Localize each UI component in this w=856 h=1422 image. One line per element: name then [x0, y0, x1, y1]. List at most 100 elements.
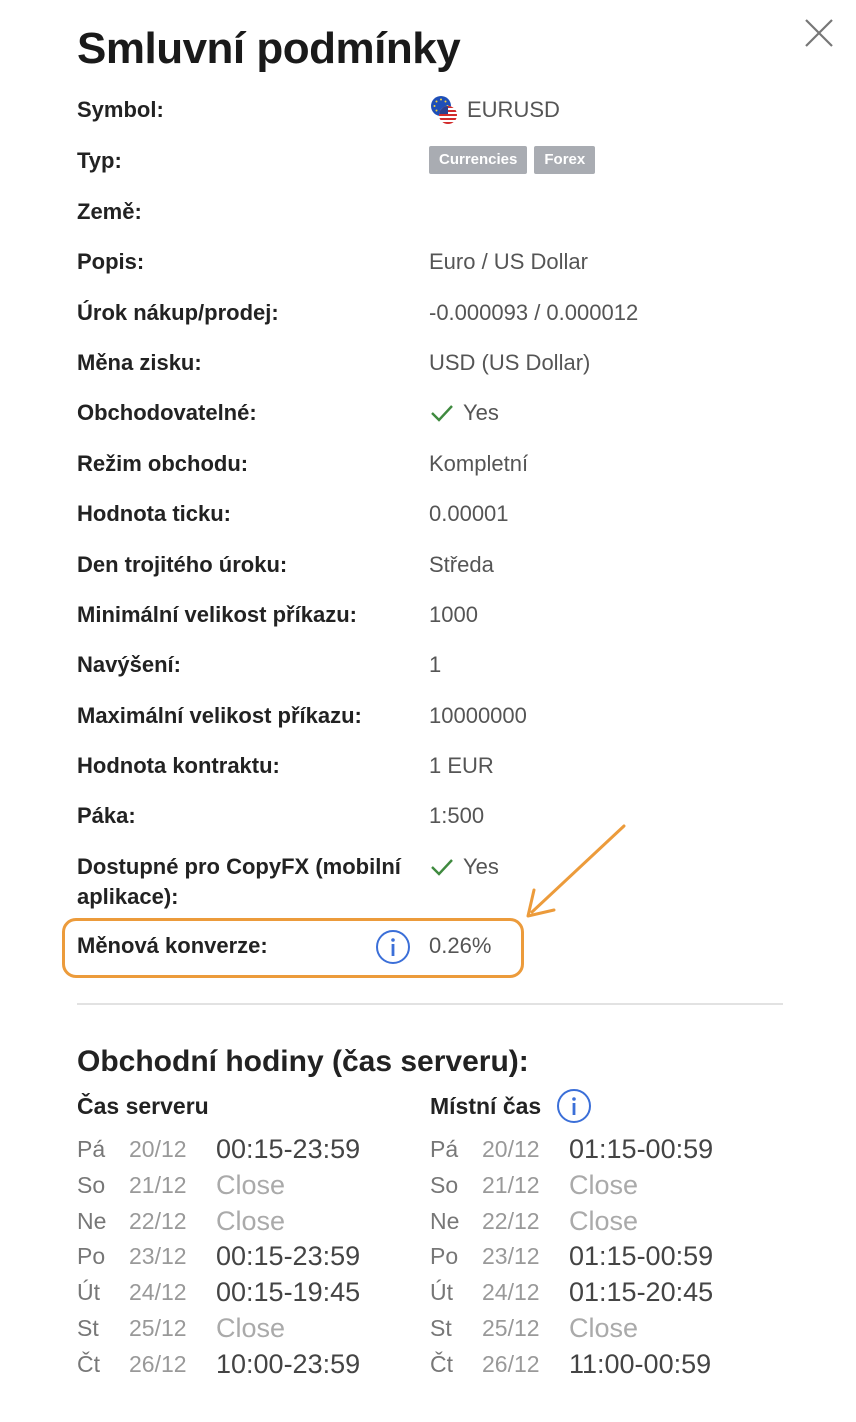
schedule-day: Út	[430, 1279, 453, 1306]
schedule-time: 01:15-20:45	[569, 1277, 714, 1308]
schedule-day: St	[430, 1314, 452, 1341]
schedule-date: 23/12	[482, 1243, 540, 1270]
schedule-date: 20/12	[482, 1136, 540, 1162]
spec-label: Země:	[77, 199, 142, 224]
close-icon	[805, 19, 833, 47]
schedule-time: 00:15-19:45	[216, 1277, 361, 1308]
schedule-row: Po 23/12 00:15-23:59	[77, 1239, 437, 1275]
schedule-row: Út 24/12 01:15-20:45	[430, 1275, 790, 1311]
symbol-value: EURUSD	[467, 97, 560, 122]
dialog-title: Smluvní podmínky	[77, 24, 461, 73]
schedule-row: So 21/12 Close	[77, 1168, 437, 1204]
info-icon[interactable]	[556, 1088, 592, 1124]
spec-value: 1	[429, 652, 442, 677]
spec-label: Úrok nákup/prodej:	[77, 300, 279, 325]
spec-label: Maximální velikost příkazu:	[77, 703, 362, 728]
trading-hours-title: Obchodní hodiny (čas serveru):	[77, 1045, 529, 1078]
schedule-day: Po	[430, 1243, 459, 1270]
schedule-time: Close	[569, 1205, 639, 1236]
schedule-day: Út	[77, 1279, 100, 1306]
spec-value: Středa	[429, 552, 494, 577]
check-icon	[431, 405, 453, 422]
schedule-row: Ne 22/12 Close	[430, 1204, 790, 1240]
spec-value: 0.00001	[429, 501, 509, 526]
schedule-date: 22/12	[129, 1207, 187, 1234]
schedule-time: Close	[569, 1312, 639, 1343]
spec-value: 1:500	[429, 803, 485, 828]
spec-label: Minimální velikost příkazu:	[77, 602, 357, 627]
schedule-date: 25/12	[482, 1314, 540, 1341]
schedule-row: Čt 26/12 10:00-23:59	[77, 1347, 437, 1383]
spec-value: Kompletní	[429, 451, 529, 476]
schedule-row: Po 23/12 01:15-00:59	[430, 1239, 790, 1275]
schedule-time: 11:00-00:59	[569, 1348, 712, 1379]
spec-value: 1 EUR	[429, 753, 494, 778]
spec-label: Obchodovatelné:	[77, 400, 257, 425]
schedule-time: 00:15-23:59	[216, 1241, 361, 1272]
spec-value: EURUSD	[429, 95, 560, 125]
schedule-time: Close	[216, 1205, 286, 1236]
schedule-row: Čt 26/12 11:00-00:59	[430, 1347, 790, 1383]
info-icon[interactable]	[375, 929, 411, 965]
schedule-row: Pá 20/12 00:15-23:59	[77, 1132, 437, 1168]
schedule-time: 10:00-23:59	[216, 1348, 361, 1379]
server-time-header: Čas serveru	[77, 1093, 209, 1119]
spec-label: Režim obchodu:	[77, 451, 249, 476]
schedule-time: 01:15-00:59	[569, 1134, 714, 1164]
schedule-day: Čt	[77, 1350, 100, 1377]
schedule-time: Close	[216, 1169, 286, 1200]
schedule-row: So 21/12 Close	[430, 1168, 790, 1204]
local-time-header: Místní čas	[430, 1093, 542, 1119]
annotation-arrow-icon	[526, 824, 626, 918]
spec-value: 1000	[429, 602, 478, 627]
schedule-date: 20/12	[129, 1136, 187, 1162]
schedule-time: 00:15-23:59	[216, 1134, 361, 1164]
spec-label: Typ:	[77, 148, 122, 173]
spec-value: Yes	[429, 852, 499, 882]
spec-value: Currencies Forex	[429, 146, 596, 174]
schedule-date: 26/12	[482, 1350, 540, 1377]
schedule-row: Út 24/12 00:15-19:45	[77, 1275, 437, 1311]
spec-label: Symbol:	[77, 97, 164, 122]
check-icon	[431, 859, 453, 876]
schedule-row: Ne 22/12 Close	[77, 1204, 437, 1240]
schedule-day: Po	[77, 1243, 106, 1270]
tag-forex: Forex	[534, 146, 596, 174]
schedule-row: St 25/12 Close	[77, 1311, 437, 1347]
schedule-date: 21/12	[129, 1171, 187, 1198]
eur-usd-flag-icon	[429, 95, 459, 125]
schedule-time: Close	[569, 1169, 639, 1200]
spec-value: USD (US Dollar)	[429, 350, 591, 375]
schedule-day: Ne	[77, 1207, 107, 1234]
copyfx-value: Yes	[463, 854, 499, 879]
section-divider	[77, 1003, 783, 1005]
schedule-time: Close	[216, 1312, 286, 1343]
schedule-day: Čt	[430, 1350, 453, 1377]
schedule-date: 25/12	[129, 1314, 187, 1341]
schedule-row: St 25/12 Close	[430, 1311, 790, 1347]
spec-label: Měna zisku:	[77, 350, 202, 375]
schedule-day: Pá	[77, 1136, 106, 1162]
schedule-date: 26/12	[129, 1350, 187, 1377]
spec-value: -0.000093 / 0.000012	[429, 300, 639, 325]
spec-value: Yes	[429, 398, 499, 428]
schedule-day: So	[77, 1171, 106, 1198]
spec-value: 0.26%	[429, 933, 492, 958]
spec-value: 10000000	[429, 703, 527, 728]
schedule-date: 24/12	[482, 1279, 540, 1306]
spec-label: Dostupné pro CopyFX (mobilní aplikace):	[77, 854, 401, 909]
spec-label: Popis:	[77, 249, 145, 274]
spec-value: Euro / US Dollar	[429, 249, 588, 274]
schedule-date: 22/12	[482, 1207, 540, 1234]
schedule-time: 01:15-00:59	[569, 1241, 714, 1272]
spec-label: Den trojitého úroku:	[77, 552, 288, 577]
tradable-value: Yes	[463, 400, 499, 425]
schedule-row: Pá 20/12 01:15-00:59	[430, 1132, 790, 1168]
schedule-day: Pá	[430, 1136, 459, 1162]
server-schedule: Pá 20/12 00:15-23:59 So 21/12 Close Ne 2…	[77, 1132, 437, 1383]
schedule-date: 21/12	[482, 1171, 540, 1198]
schedule-day: St	[77, 1314, 99, 1341]
schedule-day: Ne	[430, 1207, 460, 1234]
tag-currencies: Currencies	[429, 146, 528, 174]
close-button[interactable]	[800, 14, 838, 52]
